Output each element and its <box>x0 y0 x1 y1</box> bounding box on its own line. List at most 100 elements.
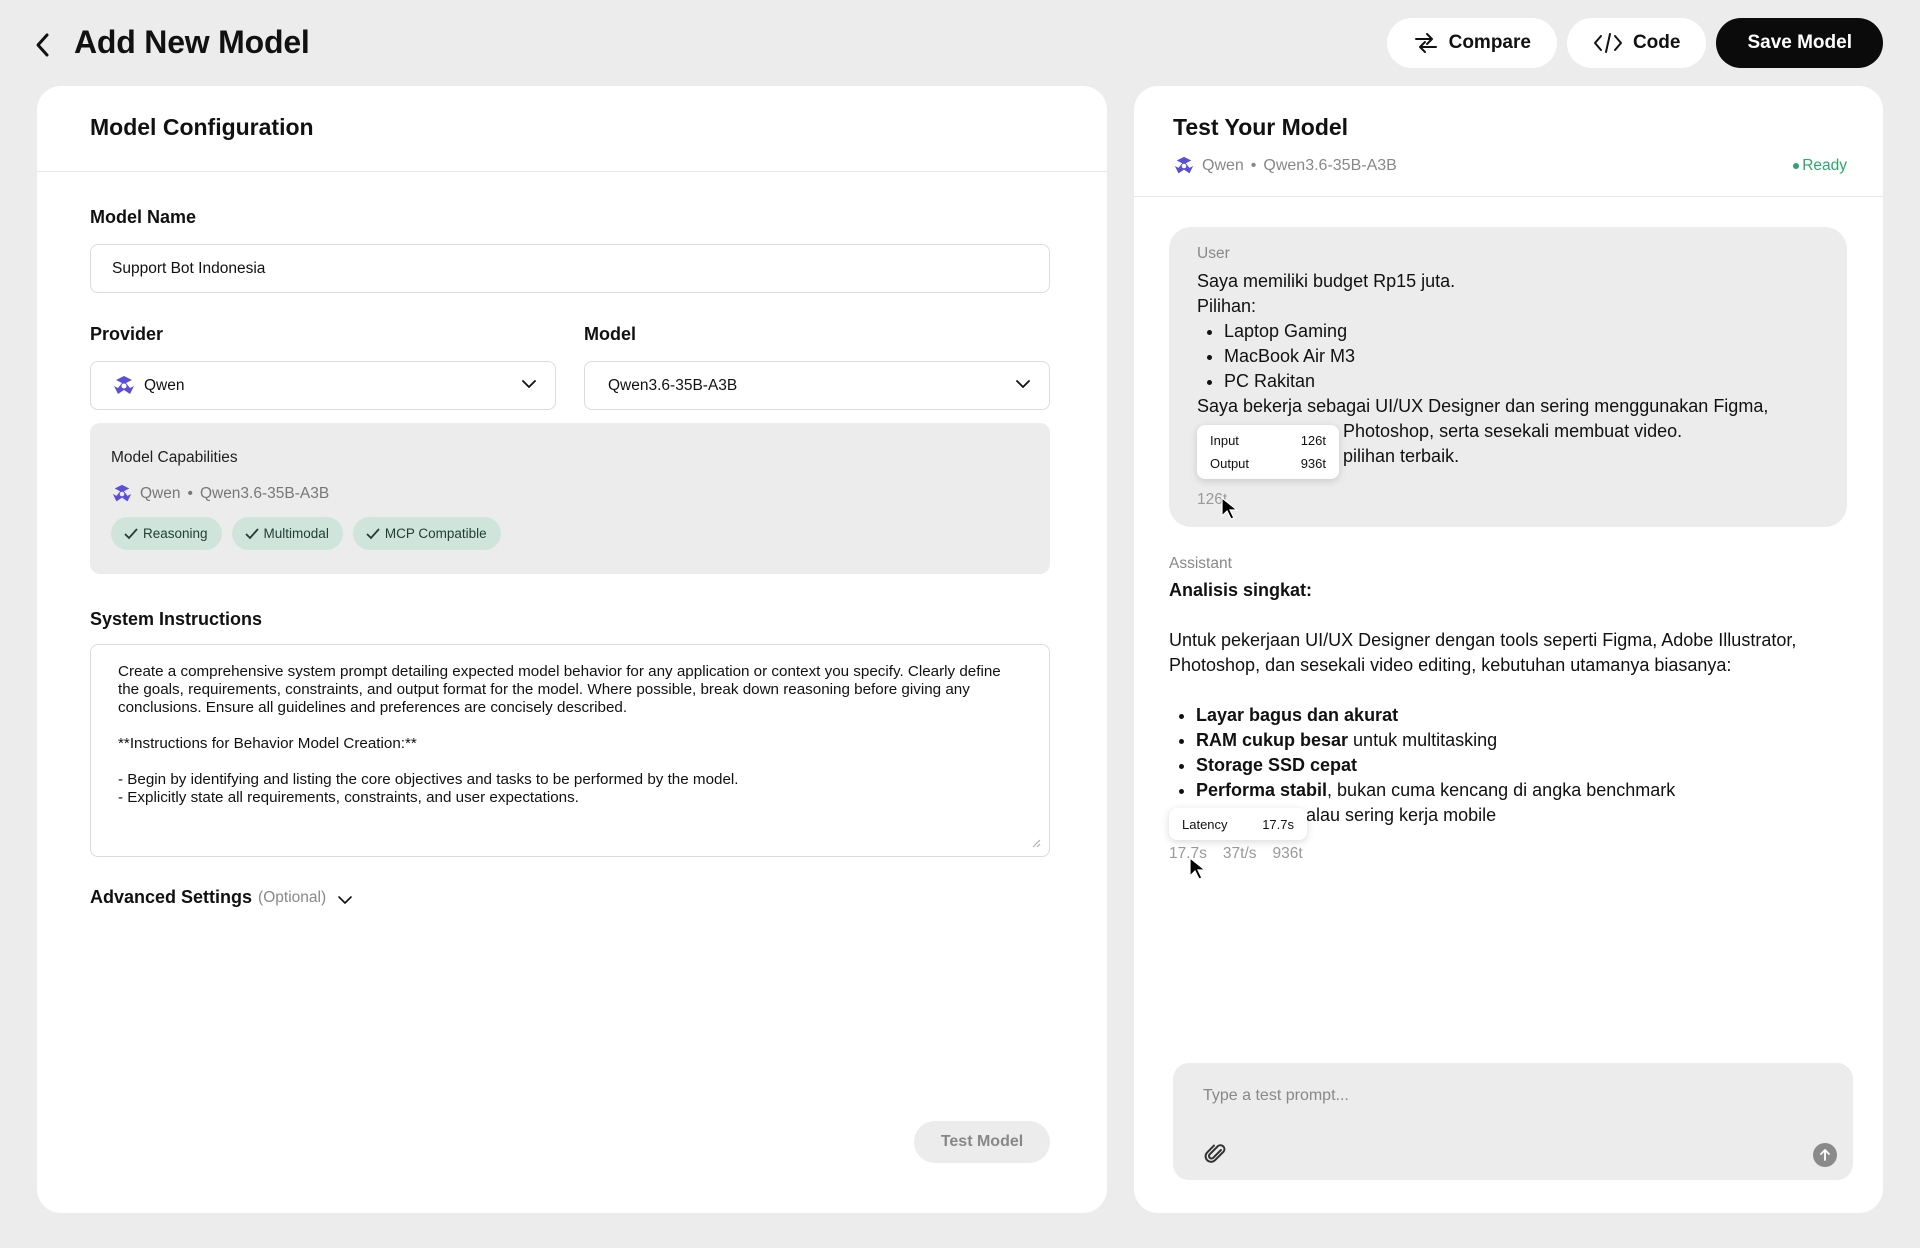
list-item: Layar bagus dan akurat <box>1196 703 1849 728</box>
code-icon <box>1593 33 1622 53</box>
advanced-optional-label: (Optional) <box>258 888 327 906</box>
badge-label: Reasoning <box>143 526 208 541</box>
test-model-panel: Test Your Model Qwen • Qwen3.6-35B-A3B R… <box>1134 86 1883 1213</box>
tooltip-value: 936t <box>1300 456 1326 471</box>
compare-label: Compare <box>1448 32 1531 53</box>
user-role-label: User <box>1197 245 1230 262</box>
test-model-button[interactable]: Test Model <box>914 1121 1050 1163</box>
prompt-input-box <box>1173 1063 1853 1180</box>
speed-stat: 37t/s <box>1222 845 1257 862</box>
tooltip-label: Latency <box>1182 816 1228 832</box>
assistant-paragraph: Untuk pekerjaan UI/UX Designer dengan to… <box>1169 630 1797 675</box>
chevron-left-icon[interactable] <box>30 30 56 60</box>
top-actions: Compare Code Save Model <box>1386 18 1883 68</box>
compare-icon <box>1414 33 1437 53</box>
capabilities-provider: Qwen <box>140 485 181 502</box>
code-button[interactable]: Code <box>1566 18 1707 68</box>
model-value: Qwen3.6-35B-A3B <box>608 376 738 394</box>
model-capabilities-box: Model Capabilities Qwen • Qwen3.6-35B-A3… <box>90 423 1050 574</box>
list-item: Laptop Gaming <box>1224 319 1837 344</box>
resize-handle-icon[interactable] <box>1031 838 1041 848</box>
dot-separator: • <box>187 485 193 502</box>
tooltip-label: Input <box>1210 433 1239 448</box>
test-model: Qwen3.6-35B-A3B <box>1263 157 1397 174</box>
send-button[interactable] <box>1813 1143 1837 1167</box>
test-panel-title: Test Your Model <box>1173 114 1349 140</box>
save-model-button[interactable]: Save Model <box>1716 18 1883 68</box>
chevron-down-icon <box>338 895 352 904</box>
capabilities-model: Qwen3.6-35B-A3B <box>199 485 330 502</box>
list-item: PC Rakitan <box>1224 369 1837 394</box>
tooltip-row-input: Input 126t <box>1210 429 1326 452</box>
provider-value: Qwen <box>144 376 185 394</box>
top-bar: Add New Model Compare Code Save Model <box>0 0 1920 86</box>
token-stat: 936t <box>1272 845 1303 862</box>
advanced-settings-toggle[interactable]: Advanced Settings (Optional) <box>90 887 354 908</box>
list-item: MacBook Air M3 <box>1224 344 1837 369</box>
capability-badge: Multimodal <box>231 517 343 550</box>
model-select[interactable]: Qwen3.6-35B-A3B <box>584 361 1050 410</box>
paperclip-icon[interactable] <box>1204 1142 1228 1166</box>
provider-select[interactable]: Qwen <box>90 361 556 410</box>
capability-badge: Reasoning <box>111 517 222 550</box>
status-dot <box>1793 163 1800 169</box>
model-name-value: Support Bot Indonesia <box>112 259 266 277</box>
message-line: Saya bekerja sebagai UI/UX Designer dan … <box>1197 396 1769 416</box>
list-item: RAM cukup besar untuk multitasking <box>1196 728 1849 753</box>
model-name-label: Model Name <box>90 207 197 227</box>
dot-separator: • <box>1250 157 1257 174</box>
page-title: Add New Model <box>74 24 310 60</box>
badge-label: Multimodal <box>263 526 329 541</box>
assistant-role-label: Assistant <box>1169 555 1232 572</box>
tooltip-row-output: Output 936t <box>1210 452 1326 475</box>
compare-button[interactable]: Compare <box>1386 18 1557 68</box>
provider-label: Provider <box>90 324 164 344</box>
status-text: Ready <box>1802 157 1847 174</box>
check-icon <box>244 527 259 539</box>
divider <box>1134 196 1883 197</box>
message-line: Pilihan: <box>1197 296 1257 316</box>
status-badge: Ready <box>1793 157 1847 175</box>
qwen-logo-icon <box>112 484 132 502</box>
capability-badges: Reasoning Multimodal MCP Compatible <box>111 517 501 550</box>
model-name-input[interactable]: Support Bot Indonesia <box>90 244 1050 293</box>
capabilities-title: Model Capabilities <box>111 449 238 466</box>
system-instructions-textarea[interactable]: Create a comprehensive system prompt det… <box>90 644 1050 857</box>
message-list: Laptop Gaming MacBook Air M3 PC Rakitan <box>1224 319 1837 394</box>
model-configuration-panel: Model Configuration Model Name Support B… <box>37 86 1107 1213</box>
chevron-down-icon <box>1016 380 1030 388</box>
mouse-cursor-icon <box>1221 496 1239 520</box>
model-label: Model <box>584 324 636 344</box>
tooltip-value: 126t <box>1300 433 1326 448</box>
badge-label: MCP Compatible <box>384 526 487 541</box>
tooltip-row-latency: Latency 17.7s <box>1182 808 1294 840</box>
user-message: User Saya memiliki budget Rp15 juta. Pil… <box>1169 227 1847 527</box>
test-model-meta: Qwen • Qwen3.6-35B-A3B <box>1173 155 1397 177</box>
test-provider: Qwen <box>1202 157 1244 174</box>
mouse-cursor-icon <box>1189 856 1207 880</box>
token-tooltip: Input 126t Output 936t <box>1197 425 1339 479</box>
assistant-list: Layar bagus dan akurat RAM cukup besar u… <box>1196 703 1849 803</box>
qwen-logo-icon <box>114 375 134 394</box>
check-icon <box>366 527 380 539</box>
system-instructions-label: System Instructions <box>90 609 263 629</box>
qwen-logo-icon <box>1174 156 1194 174</box>
chevron-down-icon <box>522 380 536 388</box>
code-label: Code <box>1632 32 1681 53</box>
list-item: Performa stabil, bukan cuma kencang di a… <box>1196 778 1849 803</box>
check-icon <box>124 527 138 539</box>
panel-title: Model Configuration <box>37 86 1107 172</box>
capabilities-meta: Qwen • Qwen3.6-35B-A3B <box>111 483 329 505</box>
tooltip-value: 17.7s <box>1262 816 1294 832</box>
assistant-message-text: Analisis singkat: Untuk pekerjaan UI/UX … <box>1169 578 1849 828</box>
latency-tooltip: Latency 17.7s <box>1169 808 1307 840</box>
test-prompt-input[interactable] <box>1203 1087 1803 1105</box>
save-model-label: Save Model <box>1747 32 1852 53</box>
tooltip-label: Output <box>1210 456 1250 471</box>
advanced-settings-label: Advanced Settings <box>90 887 253 907</box>
list-item: Storage SSD cepat <box>1196 753 1849 778</box>
assistant-heading: Analisis singkat: <box>1169 580 1313 600</box>
arrow-up-icon <box>1820 1149 1830 1161</box>
message-line: Saya memiliki budget Rp15 juta. <box>1197 271 1456 291</box>
capability-badge: MCP Compatible <box>352 517 501 550</box>
